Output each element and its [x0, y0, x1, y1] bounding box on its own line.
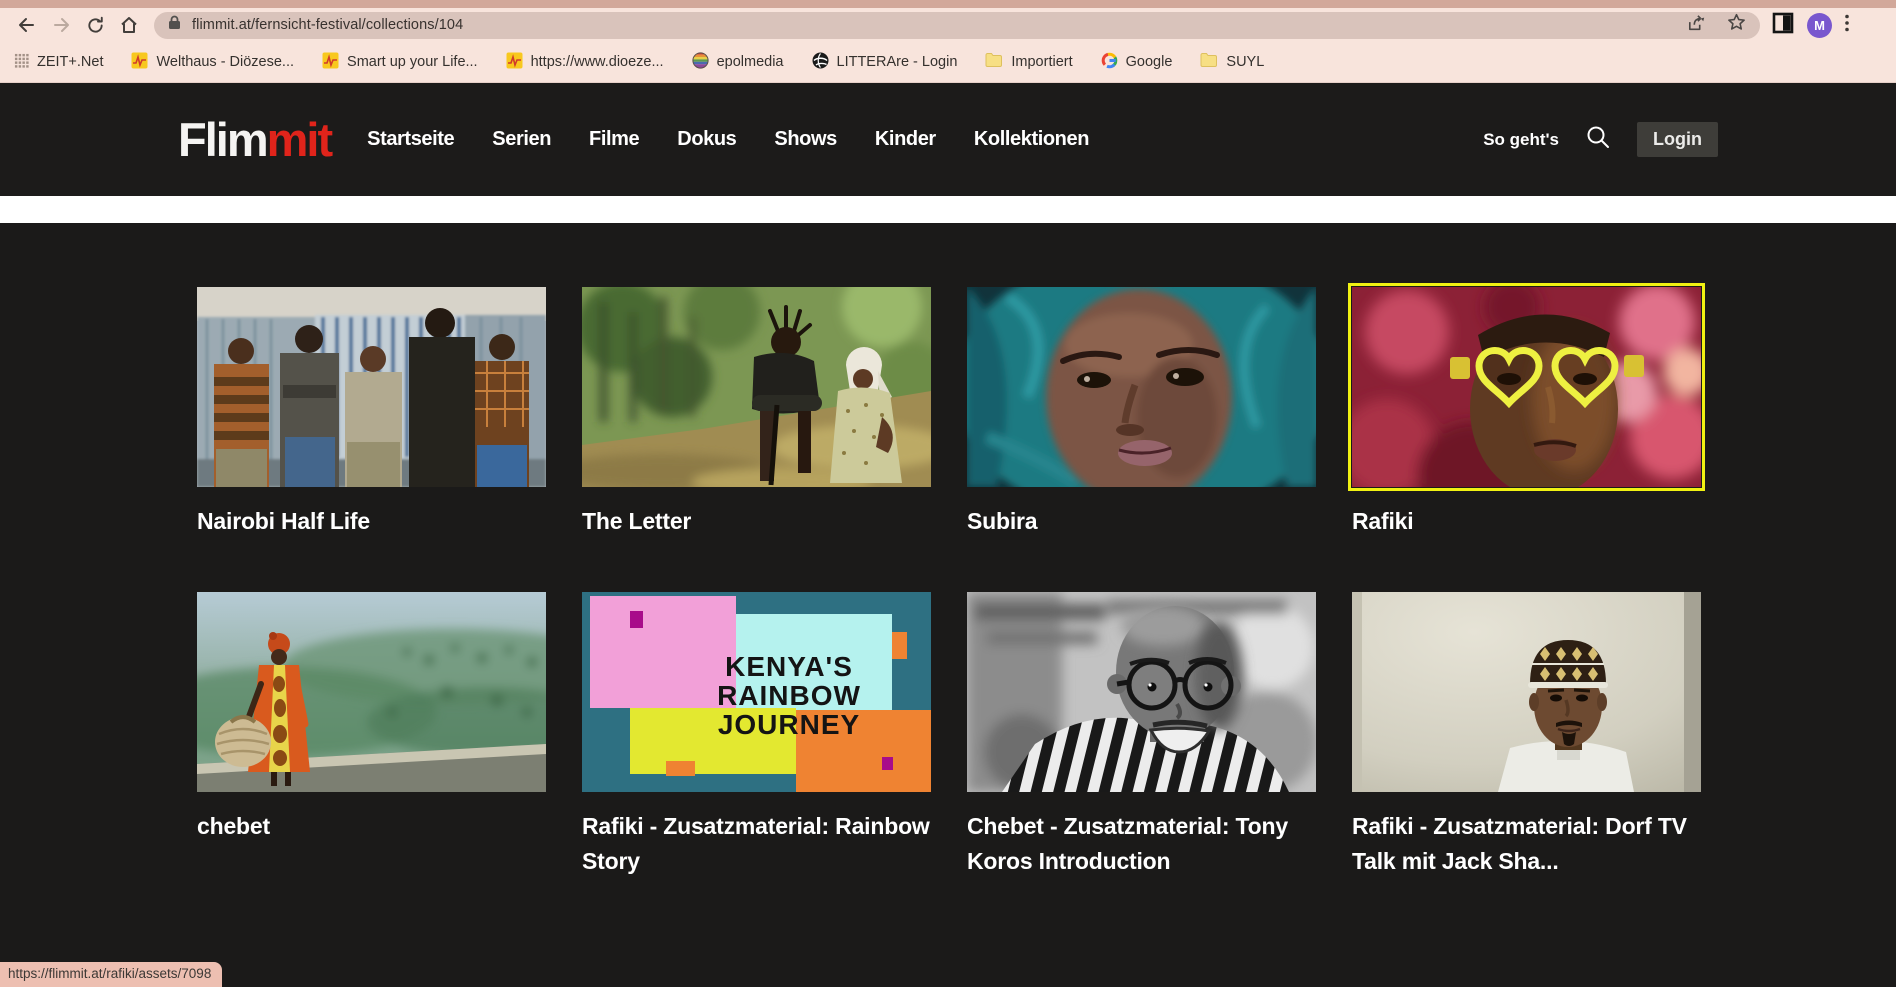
tile-title[interactable]: Chebet - Zusatzmaterial: Tony Koros Intr… [967, 809, 1316, 879]
bookmarks-bar: ZEIT+.Net Welthaus - Diözese... Smart up… [0, 42, 1896, 83]
apps-grid-icon [14, 53, 29, 72]
side-panel-icon[interactable] [1772, 12, 1794, 39]
back-icon[interactable] [10, 11, 44, 39]
menu-dots-icon[interactable] [1845, 14, 1849, 37]
thumbnail-the-letter[interactable] [582, 287, 931, 487]
kenyas-rainbow-journey-card: KENYA'S RAINBOW JOURNEY [582, 592, 931, 792]
nav-item-filme[interactable]: Filme [589, 128, 639, 151]
tile-the-letter[interactable]: The Letter [582, 287, 931, 592]
tile-title[interactable]: chebet [197, 809, 546, 844]
tile-dorf-tv-talk[interactable]: Rafiki - Zusatzmaterial: Dorf TV Talk mi… [1352, 592, 1701, 897]
logo-text-white: Flim [178, 113, 267, 166]
search-icon[interactable] [1585, 124, 1611, 155]
bookmark-importiert[interactable]: Importiert [985, 52, 1072, 72]
bw-portrait-art [967, 592, 1316, 792]
ecg-wave-icon [506, 52, 523, 73]
tile-title[interactable]: Rafiki [1352, 504, 1701, 539]
teal-headscarf-portrait-art [967, 287, 1316, 487]
bookmark-google[interactable]: Google [1101, 52, 1173, 73]
tile-title[interactable]: Rafiki - Zusatzmaterial: Dorf TV Talk mi… [1352, 809, 1701, 879]
thumbnail-chebet[interactable] [197, 592, 546, 792]
rainbow-card-line1: KENYA'S [725, 651, 853, 682]
bookmark-litterare[interactable]: LITTERAre - Login [812, 52, 958, 73]
login-button[interactable]: Login [1637, 122, 1718, 157]
header-divider-band [0, 196, 1896, 223]
bookmark-suyl[interactable]: SUYL [1200, 52, 1264, 72]
folder-icon [1200, 52, 1218, 72]
bookmark-dioezese[interactable]: https://www.dioeze... [506, 52, 664, 73]
google-icon [1101, 52, 1118, 73]
globe-icon [812, 52, 829, 73]
forward-icon[interactable] [44, 11, 78, 39]
thumbnail-nairobi-half-life[interactable] [197, 287, 546, 487]
so-gehts-link[interactable]: So geht's [1483, 130, 1559, 150]
nav-item-startseite[interactable]: Startseite [367, 128, 454, 151]
thumbnail-dorf-tv-talk[interactable] [1352, 592, 1701, 792]
collection-page: Nairobi Half Life [0, 223, 1896, 987]
kufi-cap-webcam-portrait-art [1352, 592, 1701, 792]
url-text[interactable]: flimmit.at/fernsicht-festival/collection… [192, 17, 463, 33]
profile-avatar[interactable]: M [1807, 13, 1832, 38]
folder-icon [985, 52, 1003, 72]
site-header: Flimmit Startseite Serien Filme Dokus Sh… [0, 83, 1896, 196]
logo-text-red: mit [267, 113, 332, 166]
thumbnail-rainbow-story[interactable]: KENYA'S RAINBOW JOURNEY [582, 592, 931, 792]
rural-scene-art [582, 287, 931, 487]
window-frame-strip [0, 0, 1896, 8]
tile-title[interactable]: Rafiki - Zusatzmaterial: Rainbow Story [582, 809, 931, 879]
tile-chebet[interactable]: chebet [197, 592, 546, 897]
nav-item-kollektionen[interactable]: Kollektionen [974, 128, 1089, 151]
nav-item-dokus[interactable]: Dokus [677, 128, 736, 151]
browser-toolbar: flimmit.at/fernsicht-festival/collection… [0, 8, 1896, 42]
tile-title[interactable]: The Letter [582, 504, 931, 539]
bookmark-zeit-net[interactable]: ZEIT+.Net [14, 53, 103, 72]
nav-item-kinder[interactable]: Kinder [875, 128, 936, 151]
thumbnail-rafiki[interactable] [1352, 287, 1701, 487]
tile-rainbow-story[interactable]: KENYA'S RAINBOW JOURNEY Rafiki - Zusatzm… [582, 592, 931, 897]
bookmark-smart-up[interactable]: Smart up your Life... [322, 52, 478, 73]
nav-item-serien[interactable]: Serien [492, 128, 551, 151]
rainbow-card-line2: RAINBOW [717, 680, 861, 711]
tile-nairobi-half-life[interactable]: Nairobi Half Life [197, 287, 546, 592]
striped-globe-icon [692, 52, 709, 73]
link-status-bar: https://flimmit.at/rafiki/assets/7098 [0, 962, 222, 987]
lock-icon[interactable] [168, 15, 181, 35]
bookmark-star-icon[interactable] [1727, 13, 1746, 37]
tile-tony-koros[interactable]: Chebet - Zusatzmaterial: Tony Koros Intr… [967, 592, 1316, 897]
thumbnail-subira[interactable] [967, 287, 1316, 487]
share-icon[interactable] [1687, 14, 1707, 37]
heart-glasses-portrait-art [1352, 287, 1701, 487]
ecg-wave-icon [131, 52, 148, 73]
thumbnail-tony-koros[interactable] [967, 592, 1316, 792]
nav-item-shows[interactable]: Shows [774, 128, 836, 151]
reload-icon[interactable] [78, 11, 112, 39]
tile-title[interactable]: Nairobi Half Life [197, 504, 546, 539]
tile-title[interactable]: Subira [967, 504, 1316, 539]
home-icon[interactable] [112, 11, 146, 39]
main-nav: Startseite Serien Filme Dokus Shows Kind… [367, 128, 1089, 151]
tile-subira[interactable]: Subira [967, 287, 1316, 592]
corridor-group-photo-art [197, 287, 546, 487]
collection-grid: Nairobi Half Life [197, 287, 1701, 897]
orange-dress-landscape-art [197, 592, 546, 792]
tile-rafiki[interactable]: Rafiki [1352, 287, 1701, 592]
bookmark-epolmedia[interactable]: epolmedia [692, 52, 784, 73]
bookmark-welthaus[interactable]: Welthaus - Diözese... [131, 52, 294, 73]
flimmit-logo[interactable]: Flimmit [178, 112, 331, 167]
rainbow-card-line3: JOURNEY [718, 709, 860, 740]
ecg-wave-icon [322, 52, 339, 73]
address-bar[interactable]: flimmit.at/fernsicht-festival/collection… [154, 12, 1760, 39]
